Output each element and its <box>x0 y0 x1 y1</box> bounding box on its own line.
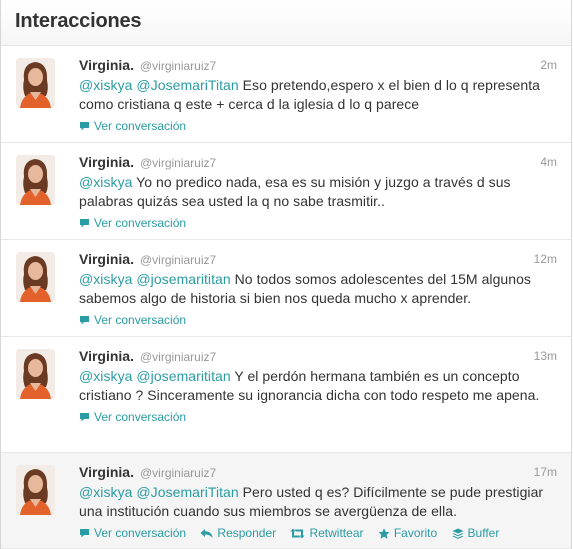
view-conversation-button[interactable]: Ver conversación <box>79 523 186 543</box>
conversation-icon <box>80 529 89 538</box>
tweet-fullname[interactable]: Virginia. <box>79 57 134 73</box>
tweet-timestamp[interactable]: 12m <box>534 250 557 268</box>
buffer-label: Buffer <box>467 526 500 540</box>
favorite-label: Favorito <box>393 526 438 540</box>
tweet-body: Yo no predico nada, esa es su misión y j… <box>79 174 511 209</box>
retweet-button[interactable]: Retwittear <box>290 523 364 543</box>
tweet-actions: Ver conversación <box>79 213 557 233</box>
tweet-text: @xiskya @josemarititan Y el perdón herma… <box>79 367 557 405</box>
tweet-timestamp[interactable]: 4m <box>540 153 557 171</box>
buffer-icon <box>452 528 464 539</box>
avatar[interactable] <box>16 465 55 515</box>
tweet-fullname[interactable]: Virginia. <box>79 251 134 267</box>
tweet-timestamp[interactable]: 2m <box>540 56 557 74</box>
view-conversation-button[interactable]: Ver conversación <box>79 116 186 136</box>
tweet-text: @xiskya @josemarititan No todos somos ad… <box>79 270 557 308</box>
tweet-meta: Virginia. @virginiaruiz7 12m <box>79 250 557 268</box>
avatar[interactable] <box>16 252 55 302</box>
tweet-item[interactable]: Virginia. @virginiaruiz7 4m @xiskya Yo no… <box>1 143 571 240</box>
tweet-item[interactable]: Virginia. @virginiaruiz7 2m @xiskya @Jose… <box>1 46 571 143</box>
conversation-icon <box>80 122 89 131</box>
tweet-item[interactable]: Virginia. @virginiaruiz7 13m @xiskya @jos… <box>1 337 571 453</box>
tweet-fullname[interactable]: Virginia. <box>79 348 134 364</box>
avatar[interactable] <box>16 58 55 108</box>
view-conversation-button[interactable]: Ver conversación <box>79 310 186 330</box>
tweet-item[interactable]: Virginia. @virginiaruiz7 17m @xiskya @Jos… <box>1 453 571 549</box>
view-conversation-label: Ver conversación <box>94 526 187 540</box>
buffer-button[interactable]: Buffer <box>452 523 500 543</box>
tweet-text: @xiskya Yo no predico nada, esa es su mi… <box>79 173 557 211</box>
tweet-timestamp[interactable]: 17m <box>534 463 557 481</box>
mention-link[interactable]: @xiskya <box>79 368 132 384</box>
tweet-timestamp[interactable]: 13m <box>534 347 557 365</box>
mention-link[interactable]: @josemarititan <box>136 368 230 384</box>
mention-link[interactable]: @xiskya <box>79 484 132 500</box>
tweet-username[interactable]: @virginiaruiz7 <box>140 350 216 364</box>
reply-icon <box>200 529 213 538</box>
view-conversation-button[interactable]: Ver conversación <box>79 407 186 427</box>
tweet-meta: Virginia. @virginiaruiz7 17m <box>79 463 557 481</box>
tweet-username[interactable]: @virginiaruiz7 <box>140 466 216 480</box>
mention-link[interactable]: @xiskya <box>79 174 132 190</box>
retweet-label: Retwittear <box>309 526 364 540</box>
view-conversation-button[interactable]: Ver conversación <box>79 213 186 233</box>
tweet-username[interactable]: @virginiaruiz7 <box>140 253 216 267</box>
tweet-actions: Ver conversación Responder Retwittear Fa… <box>79 523 557 543</box>
mention-link[interactable]: @josemarititan <box>136 271 230 287</box>
star-icon <box>378 528 390 539</box>
tweet-actions: Ver conversación <box>79 116 557 136</box>
favorite-button[interactable]: Favorito <box>378 523 437 543</box>
conversation-icon <box>80 413 89 422</box>
reply-label: Responder <box>217 526 277 540</box>
tweet-item[interactable]: Virginia. @virginiaruiz7 12m @xiskya @jos… <box>1 240 571 337</box>
conversation-icon <box>80 219 89 228</box>
panel-header: Interacciones <box>1 0 571 46</box>
page-title: Interacciones <box>15 10 142 32</box>
view-conversation-label: Ver conversación <box>94 313 187 327</box>
mention-link[interactable]: @JosemariTitan <box>136 484 238 500</box>
retweet-icon <box>290 528 305 539</box>
conversation-icon <box>80 316 89 325</box>
mention-link[interactable]: @JosemariTitan <box>136 77 238 93</box>
mention-link[interactable]: @xiskya <box>79 271 132 287</box>
tweet-actions: Ver conversación <box>79 407 557 427</box>
reply-button[interactable]: Responder <box>200 523 276 543</box>
tweet-fullname[interactable]: Virginia. <box>79 154 134 170</box>
tweet-text: @xiskya @JosemariTitan Eso pretendo,espe… <box>79 76 557 114</box>
tweet-username[interactable]: @virginiaruiz7 <box>140 156 216 170</box>
tweet-fullname[interactable]: Virginia. <box>79 464 134 480</box>
avatar[interactable] <box>16 155 55 205</box>
view-conversation-label: Ver conversación <box>94 410 187 424</box>
tweet-username[interactable]: @virginiaruiz7 <box>140 59 216 73</box>
tweet-text: @xiskya @JosemariTitan Pero usted q es? … <box>79 483 557 521</box>
view-conversation-label: Ver conversación <box>94 119 187 133</box>
mention-link[interactable]: @xiskya <box>79 77 132 93</box>
tweet-meta: Virginia. @virginiaruiz7 4m <box>79 153 557 171</box>
tweet-meta: Virginia. @virginiaruiz7 2m <box>79 56 557 74</box>
avatar[interactable] <box>16 349 55 399</box>
view-conversation-label: Ver conversación <box>94 216 187 230</box>
interactions-panel: Interacciones Virginia. @virginiaruiz7 2m… <box>0 0 572 549</box>
tweet-meta: Virginia. @virginiaruiz7 13m <box>79 347 557 365</box>
tweet-actions: Ver conversación <box>79 310 557 330</box>
